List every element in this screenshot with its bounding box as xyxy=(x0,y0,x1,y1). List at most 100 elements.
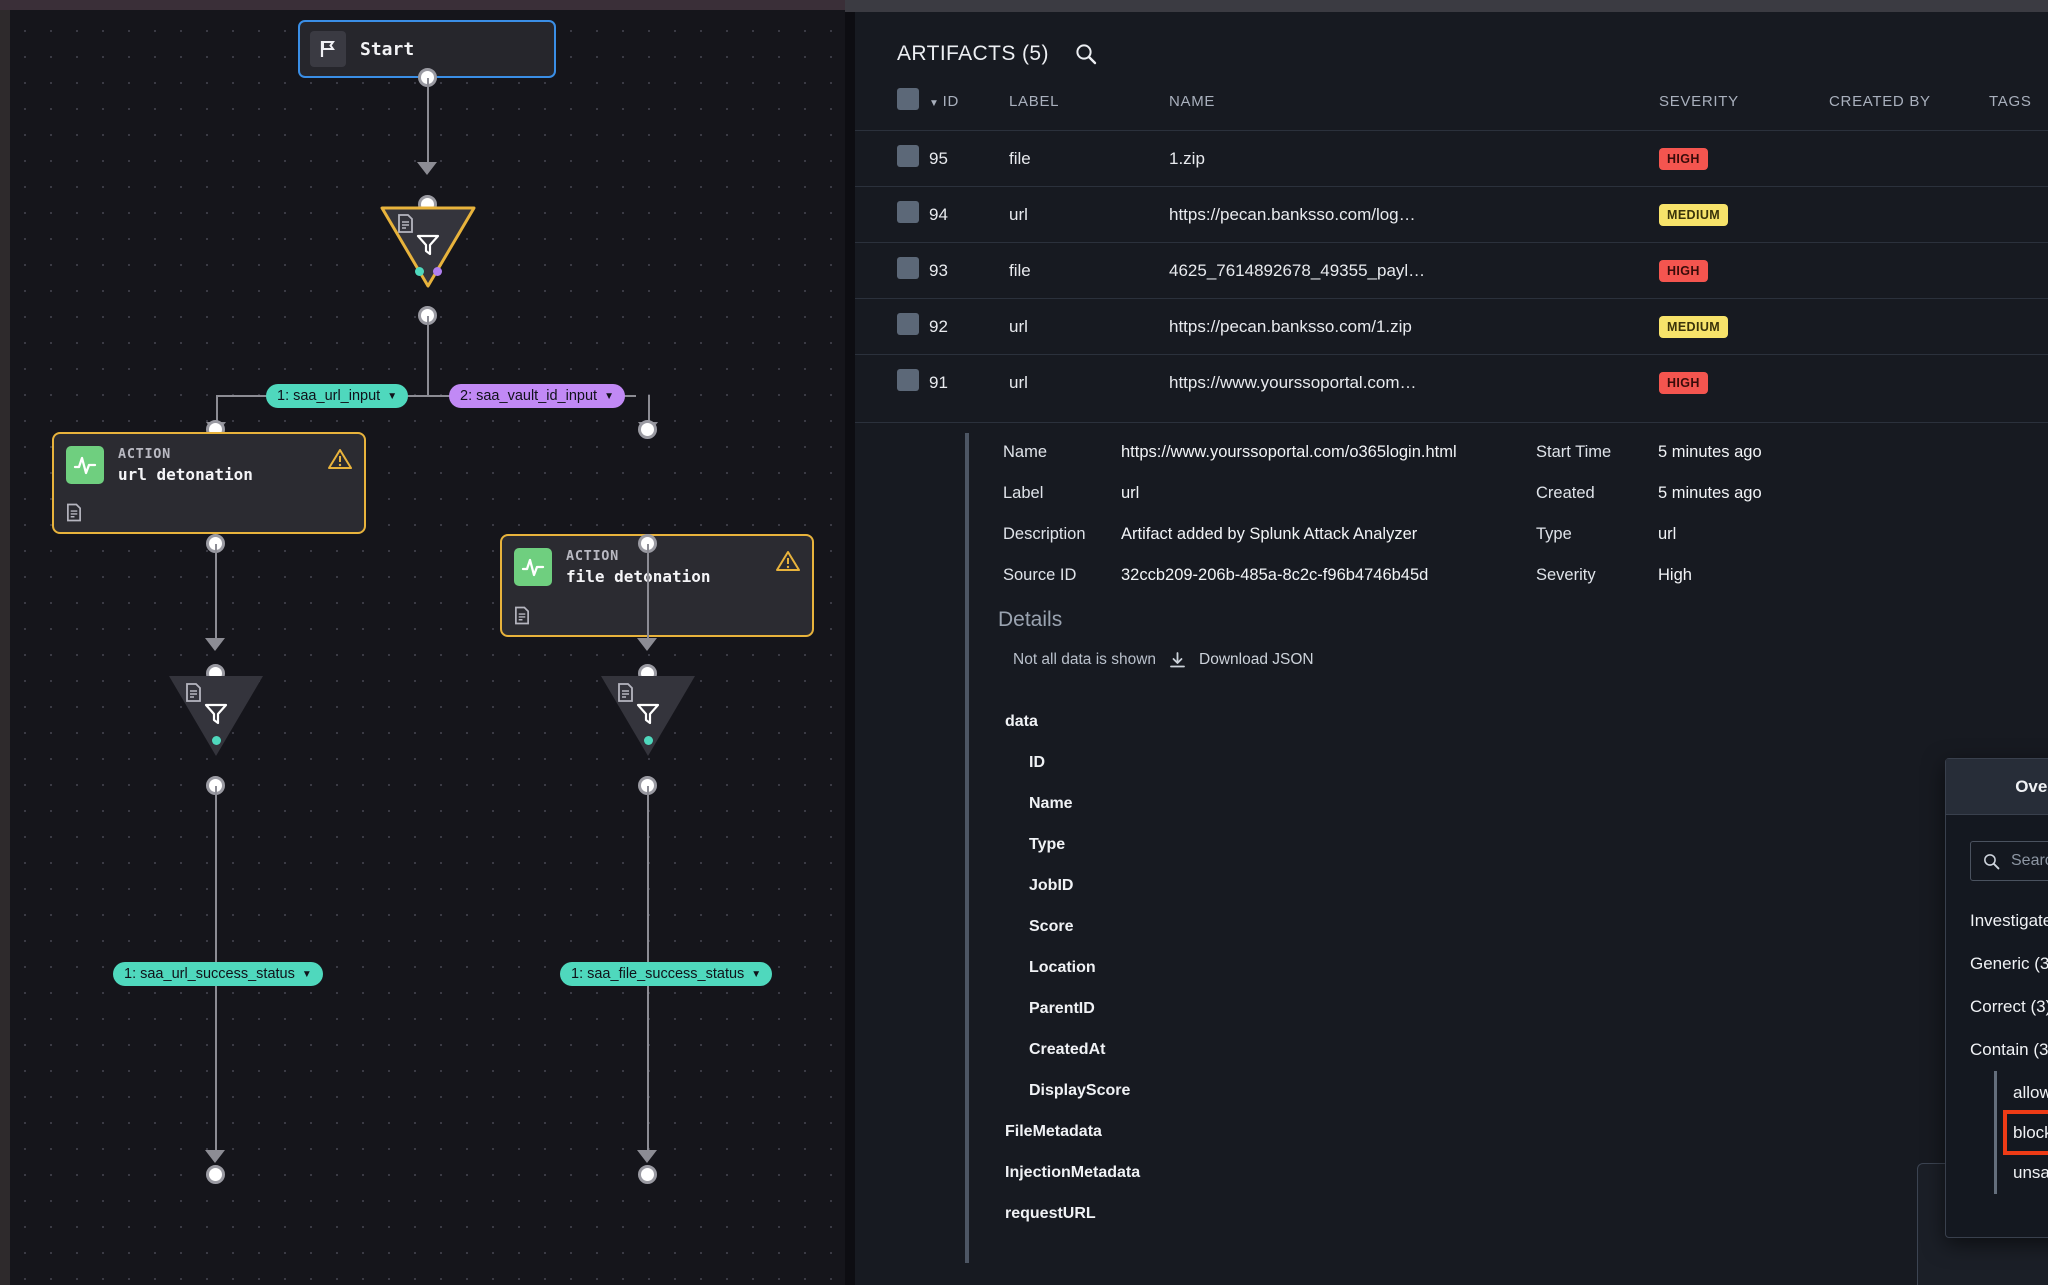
download-json-link[interactable]: Download JSON xyxy=(1199,651,1314,669)
row-checkbox[interactable] xyxy=(897,201,919,223)
status-badge: HIGH xyxy=(1659,260,1708,282)
workflow-canvas[interactable]: Start xyxy=(0,10,845,1285)
datapath-pill-saa-url-input[interactable]: 1: saa_url_input ▼ xyxy=(266,384,408,408)
cell-label: url xyxy=(1009,187,1169,243)
action-node-file-detonation[interactable]: ACTION file detonation xyxy=(500,534,814,636)
search-icon xyxy=(1983,853,2000,870)
row-checkbox-cell[interactable] xyxy=(855,131,929,187)
field-value-name: https://www.yourssoportal.com/o365login.… xyxy=(1121,443,1536,462)
datapath-pill-saa-url-success-status[interactable]: 1: saa_url_success_status ▼ xyxy=(113,962,323,986)
json-tree-row[interactable]: DisplayScore xyxy=(1005,1070,1140,1111)
detail-accent-bar xyxy=(965,433,969,1263)
column-header-severity[interactable]: SEVERITY xyxy=(1659,88,1829,131)
run-action-popup: OverviewRun ActionRelated Events Investi… xyxy=(1945,758,2048,1238)
json-tree-row[interactable]: Name xyxy=(1005,783,1140,824)
filter-node-1[interactable] xyxy=(380,205,476,289)
search-actions-field[interactable] xyxy=(1970,841,2048,881)
status-dot-teal xyxy=(415,267,424,276)
note-icon xyxy=(66,503,350,522)
action-item-block-url[interactable]: block url xyxy=(2007,1114,2048,1151)
status-dot-teal xyxy=(212,736,221,745)
field-value-severity: High xyxy=(1658,566,2013,585)
field-label-type: Type xyxy=(1536,525,1658,544)
column-header-label[interactable]: LABEL xyxy=(1009,88,1169,131)
field-label-source-id: Source ID xyxy=(1003,566,1121,585)
row-checkbox[interactable] xyxy=(897,257,919,279)
action-get-file-forensics-input-port[interactable] xyxy=(638,1165,657,1184)
json-tree-row[interactable]: Type xyxy=(1005,824,1140,865)
column-header-name[interactable]: NAME xyxy=(1169,88,1659,131)
warning-icon[interactable] xyxy=(328,448,352,470)
datapath-label: 1: saa_url_success_status xyxy=(124,966,295,982)
filter-icon xyxy=(416,233,440,257)
status-dot-purple xyxy=(433,267,442,276)
field-label-description: Description xyxy=(1003,525,1121,544)
status-badge: MEDIUM xyxy=(1659,204,1728,226)
action-group-generic[interactable]: Generic (3)▼ xyxy=(1946,942,2048,985)
json-tree-row[interactable]: Score xyxy=(1005,906,1140,947)
table-row[interactable]: 92urlhttps://pecan.banksso.com/1.zipMEDI… xyxy=(855,299,2048,355)
action-group-investigate[interactable]: Investigate (9)▼ xyxy=(1946,899,2048,942)
top-bar-right xyxy=(845,0,2048,12)
action-item-unsafelist-ioc[interactable]: unsafelist ioc xyxy=(2013,1151,2048,1194)
run-action-tabs: OverviewRun ActionRelated Events xyxy=(1946,759,2048,815)
json-tree-row[interactable]: Location xyxy=(1005,947,1140,988)
field-value-source-id: 32ccb209-206b-485a-8c2c-f96b4746b45d xyxy=(1121,566,1536,585)
json-tree-row[interactable]: InjectionMetadata xyxy=(1005,1152,1140,1193)
chevron-down-icon: ▼ xyxy=(604,391,614,402)
row-checkbox[interactable] xyxy=(897,369,919,391)
table-row[interactable]: 91urlhttps://www.yourssoportal.com…HIGH xyxy=(855,355,2048,411)
action-group-label: Investigate (9) xyxy=(1970,911,2048,931)
action-item-allow-url[interactable]: allow url xyxy=(2013,1071,2048,1114)
warning-icon[interactable] xyxy=(776,550,800,572)
column-header-tags[interactable]: TAGS xyxy=(1989,88,2048,131)
json-tree-row[interactable]: CreatedAt xyxy=(1005,1029,1140,1070)
json-tree-row[interactable]: FileMetadata xyxy=(1005,1111,1140,1152)
json-tree-row[interactable]: ParentID xyxy=(1005,988,1140,1029)
json-tree-row[interactable]: requestURL xyxy=(1005,1193,1140,1234)
table-row[interactable]: 95file1.zipHIGH xyxy=(855,131,2048,187)
json-tree-row[interactable]: ID xyxy=(1005,742,1140,783)
cell-id: 91 xyxy=(929,355,1009,411)
cell-id: 92 xyxy=(929,299,1009,355)
json-tree-row[interactable]: data xyxy=(1005,701,1140,742)
action-icon xyxy=(66,446,104,484)
download-icon[interactable] xyxy=(1169,652,1186,669)
filter-node-2[interactable] xyxy=(168,674,264,758)
table-row[interactable]: 93file4625_7614892678_49355_payl…HIGH xyxy=(855,243,2048,299)
datapath-pill-saa-vault-id-input[interactable]: 2: saa_vault_id_input ▼ xyxy=(449,384,625,408)
cell-severity: MEDIUM xyxy=(1659,187,1829,243)
row-checkbox[interactable] xyxy=(897,313,919,335)
column-header-select-all[interactable] xyxy=(855,88,929,131)
cell-id: 95 xyxy=(929,131,1009,187)
datapath-pill-saa-file-success-status[interactable]: 1: saa_file_success_status ▼ xyxy=(560,962,772,986)
select-all-checkbox[interactable] xyxy=(897,88,919,110)
action-group-contain[interactable]: Contain (3)▲ xyxy=(1946,1028,2048,1071)
column-header-created-by[interactable]: CREATED BY xyxy=(1829,88,1989,131)
column-header-id[interactable]: ▼ID xyxy=(929,88,1009,131)
row-checkbox[interactable] xyxy=(897,145,919,167)
row-checkbox-cell[interactable] xyxy=(855,187,929,243)
table-row[interactable]: 94urlhttps://pecan.banksso.com/log…MEDIU… xyxy=(855,187,2048,243)
canvas-vertical-scrollbar[interactable] xyxy=(0,10,10,1285)
search-icon[interactable] xyxy=(1075,43,1097,65)
tab-overview[interactable]: Overview xyxy=(1946,759,2048,815)
row-checkbox-cell[interactable] xyxy=(855,299,929,355)
sort-descending-icon: ▼ xyxy=(929,98,940,109)
action-node-url-detonation[interactable]: ACTION url detonation xyxy=(52,432,366,534)
action-group-correct[interactable]: Correct (3)▼ xyxy=(1946,985,2048,1028)
edge-arrow xyxy=(205,1150,225,1163)
action-get-url-forensics-input-port[interactable] xyxy=(206,1165,225,1184)
action-icon xyxy=(514,548,552,586)
cell-severity: HIGH xyxy=(1659,355,1829,411)
row-checkbox-cell[interactable] xyxy=(855,355,929,411)
action-file-detonation-input-port[interactable] xyxy=(638,420,657,439)
field-label-severity: Severity xyxy=(1536,566,1658,585)
field-value-start-time: 5 minutes ago xyxy=(1658,443,2013,462)
chevron-down-icon: ▼ xyxy=(751,969,761,980)
json-tree-row[interactable]: JobID xyxy=(1005,865,1140,906)
search-actions-input[interactable] xyxy=(2011,852,2048,870)
action-groups: Investigate (9)▼Generic (3)▼Correct (3)▼… xyxy=(1946,899,2048,1194)
filter-node-3[interactable] xyxy=(600,674,696,758)
row-checkbox-cell[interactable] xyxy=(855,243,929,299)
